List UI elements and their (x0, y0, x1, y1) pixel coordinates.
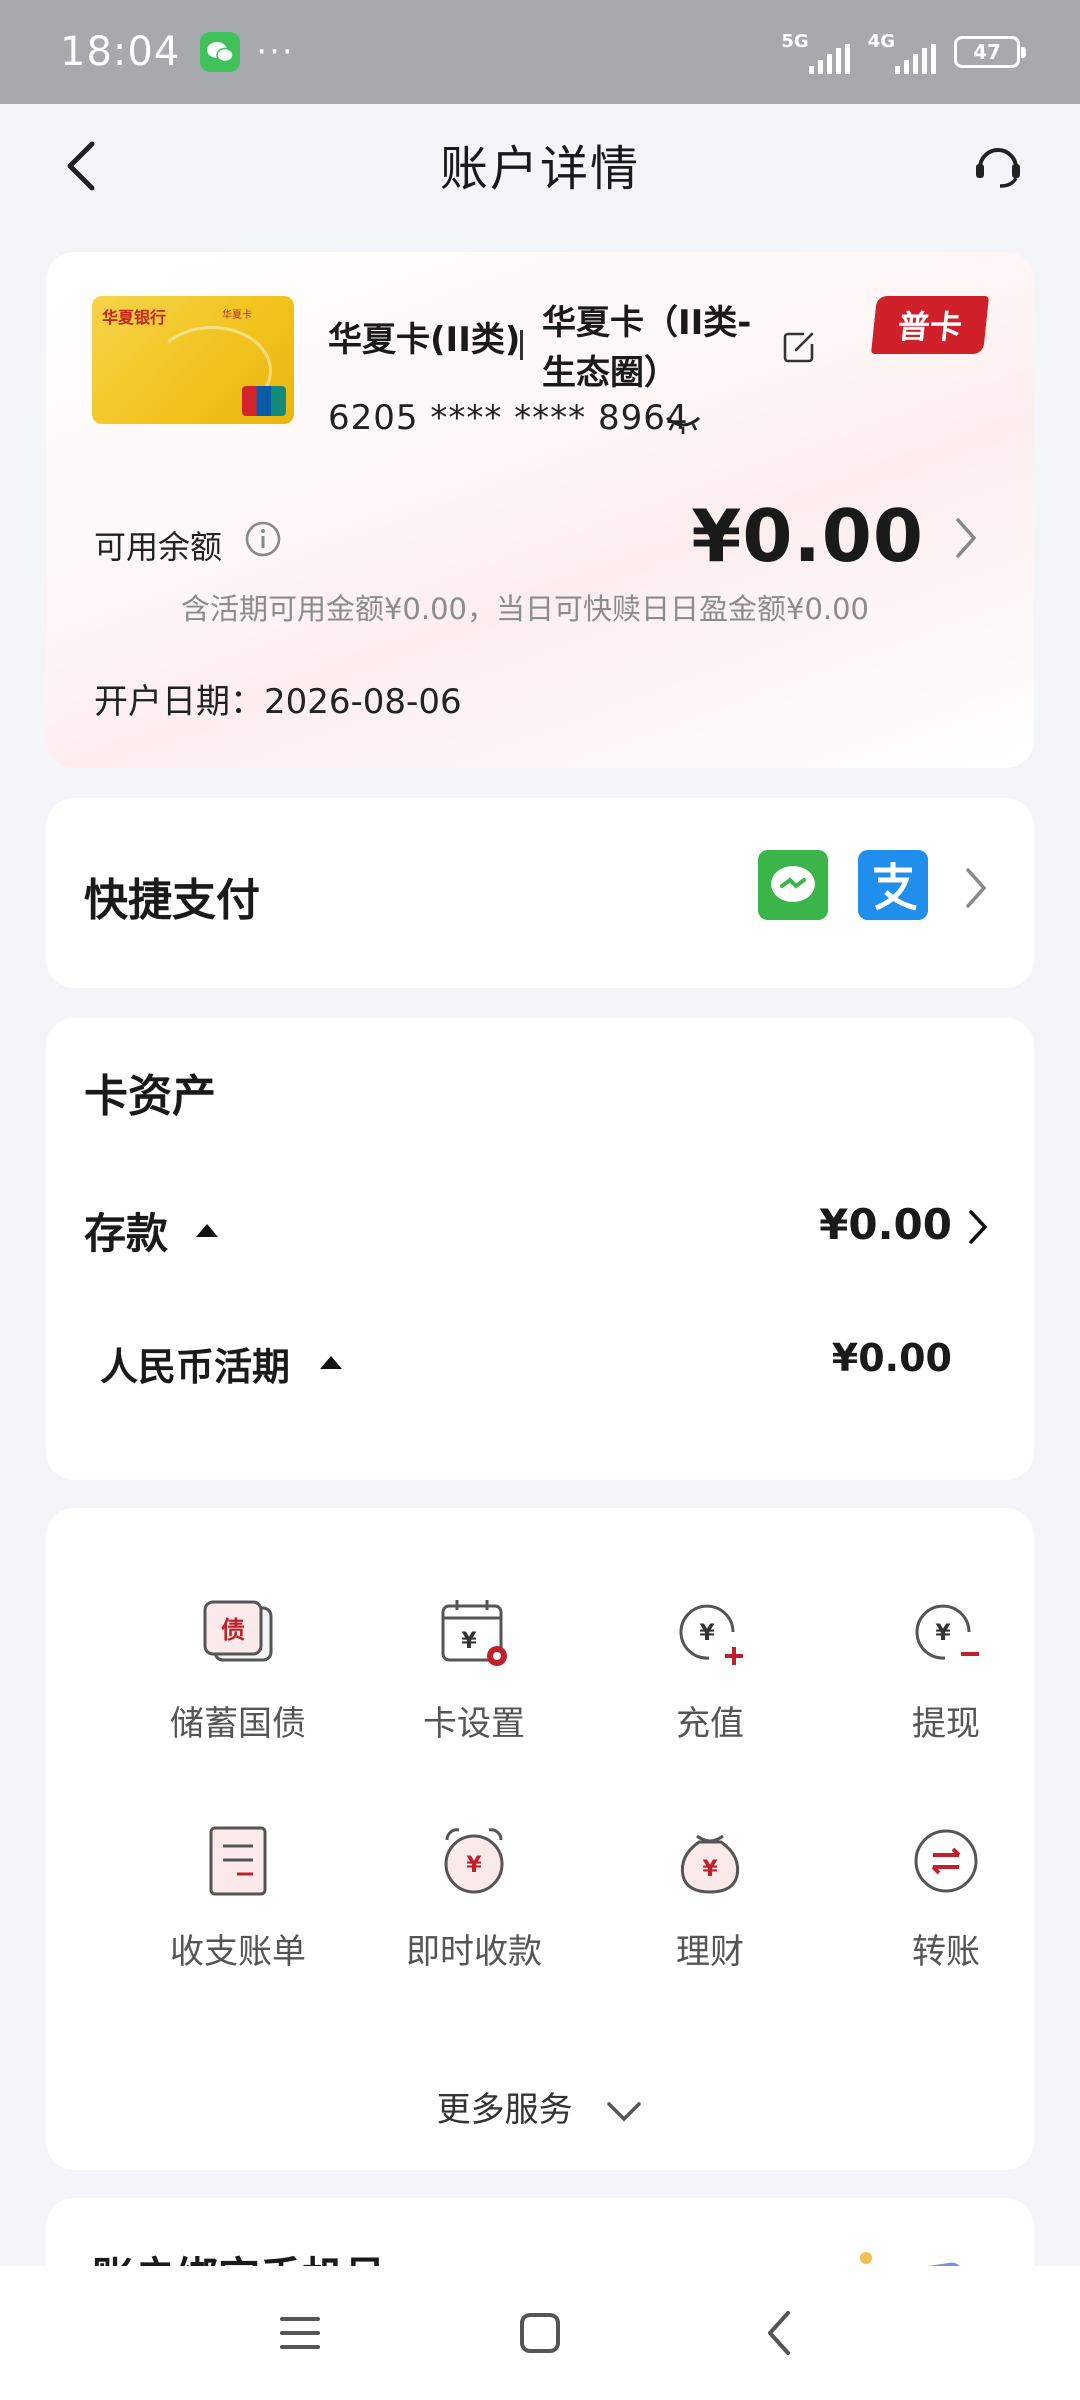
quick-pay-title: 快捷支付 (84, 875, 260, 926)
service-label: 转账 (912, 1932, 980, 1972)
chevron-down-icon (607, 2101, 642, 2121)
balance-amount[interactable]: ¥0.00 (691, 494, 924, 578)
unionpay-icon (242, 386, 286, 416)
service-label: 收支账单 (170, 1932, 306, 1972)
wealth-icon: ¥ (680, 1834, 740, 1894)
card-settings-icon: ¥ (441, 1600, 507, 1666)
service-instant-receive[interactable]: ¥ 即时收款 (364, 1816, 584, 1973)
net-label-4g: 4G (867, 30, 895, 52)
chevron-right-icon[interactable] (962, 866, 990, 910)
service-label: 理财 (676, 1932, 744, 1972)
services-grid: 债 储蓄国债 ¥ 卡设置 ¥ 充值 ¥ 提现 收支账单 ¥ 即时收款 ¥ 理财 … (46, 1508, 1034, 2170)
service-label: 提现 (912, 1704, 980, 1744)
card-assets-section: 卡资产 存款 ¥0.00 人民币活期 ¥0.00 (46, 1018, 1034, 1480)
net-label-5g: 5G (781, 30, 809, 52)
status-time: 18:04 (60, 29, 181, 75)
service-statement[interactable]: 收支账单 (128, 1816, 348, 1973)
service-label: 即时收款 (406, 1932, 542, 1972)
card-logo-sub: 华夏卡 (222, 310, 252, 321)
svg-text:¥: ¥ (702, 1857, 718, 1882)
svg-text:¥: ¥ (461, 1629, 477, 1654)
svg-text:债: 债 (221, 1616, 245, 1644)
page-title: 账户详情 (439, 141, 640, 197)
deposit-amount[interactable]: ¥0.00 (819, 1200, 952, 1249)
home-icon[interactable] (516, 2309, 564, 2357)
balance-label: 可用余额 (94, 528, 223, 566)
card-name: 华夏卡(II类) (328, 320, 521, 360)
top-up-icon: ¥ (679, 1604, 743, 1665)
svg-text:¥: ¥ (466, 1853, 482, 1878)
open-date: 开户日期：2026-08-06 (94, 682, 462, 722)
service-wealth[interactable]: ¥ 理财 (600, 1816, 820, 1973)
withdraw-icon: ¥ (915, 1604, 979, 1660)
chevron-right-icon[interactable] (966, 1208, 990, 1246)
account-card: 华夏银行 华夏卡 华夏卡(II类) 华夏卡（II类-生态圈） 普卡 6205 *… (46, 252, 1034, 768)
rmb-current-label[interactable]: 人民币活期 (100, 1336, 290, 1391)
nav-back-icon[interactable] (756, 2309, 804, 2357)
more-services-button[interactable]: 更多服务 (46, 2082, 1034, 2131)
battery-level: 47 (973, 40, 1001, 64)
instant-receive-icon: ¥ (444, 1828, 504, 1894)
card-level-badge: 普卡 (870, 296, 990, 354)
bank-logo: 华夏银行 (102, 308, 167, 327)
battery-icon: 47 (954, 36, 1026, 68)
service-label: 储蓄国债 (170, 1704, 306, 1744)
info-icon[interactable] (244, 520, 282, 558)
quick-pay-row[interactable]: 快捷支付 (46, 798, 1034, 988)
service-card-settings[interactable]: ¥ 卡设置 (364, 1588, 584, 1745)
wechat-pay-icon (758, 850, 828, 920)
balance-note: 含活期可用金额¥0.00，当日可快赎日日盈金额¥0.00 (180, 592, 870, 626)
collapse-triangle-icon[interactable] (196, 1224, 218, 1237)
header: 账户详情 (0, 104, 1080, 224)
more-services-label: 更多服务 (436, 2090, 573, 2130)
wechat-notification-icon (200, 32, 241, 72)
service-transfer[interactable]: 转账 (836, 1816, 1056, 1973)
deposit-label[interactable]: 存款 (84, 1200, 168, 1261)
service-withdraw[interactable]: ¥ 提现 (836, 1588, 1056, 1745)
service-bond[interactable]: 债 储蓄国债 (128, 1588, 348, 1745)
alipay-icon (858, 850, 928, 920)
service-label: 充值 (676, 1704, 744, 1744)
customer-service-icon[interactable] (972, 140, 1024, 192)
edit-icon[interactable] (782, 330, 816, 364)
transfer-icon (914, 1829, 978, 1893)
service-label: 卡设置 (423, 1704, 525, 1744)
signal-5g-icon: 5G (781, 30, 850, 74)
eye-closed-icon[interactable] (664, 412, 702, 436)
system-nav-bar (0, 2266, 1080, 2400)
collapse-triangle-icon[interactable] (320, 1356, 342, 1369)
statement-icon (209, 1826, 267, 1896)
status-bar: 18:04 ··· 5G 4G 47 (0, 0, 1080, 104)
bank-card-image: 华夏银行 华夏卡 (92, 296, 294, 424)
svg-text:¥: ¥ (699, 1621, 715, 1646)
chevron-right-icon[interactable] (952, 516, 980, 560)
service-top-up[interactable]: ¥ 充值 (600, 1588, 820, 1745)
more-notifications-icon: ··· (256, 32, 295, 72)
card-number: 6205 **** **** 8964 (328, 398, 689, 438)
back-button[interactable] (56, 138, 104, 194)
rmb-current-amount: ¥0.00 (831, 1336, 952, 1380)
svg-text:¥: ¥ (935, 1621, 951, 1646)
card-nickname: 华夏卡（II类-生态圈） (542, 303, 752, 393)
divider (520, 330, 523, 360)
bond-icon: 债 (203, 1600, 273, 1662)
signal-4g-icon: 4G (868, 31, 936, 74)
menu-icon[interactable] (276, 2309, 324, 2357)
section-title: 卡资产 (84, 1071, 216, 1122)
